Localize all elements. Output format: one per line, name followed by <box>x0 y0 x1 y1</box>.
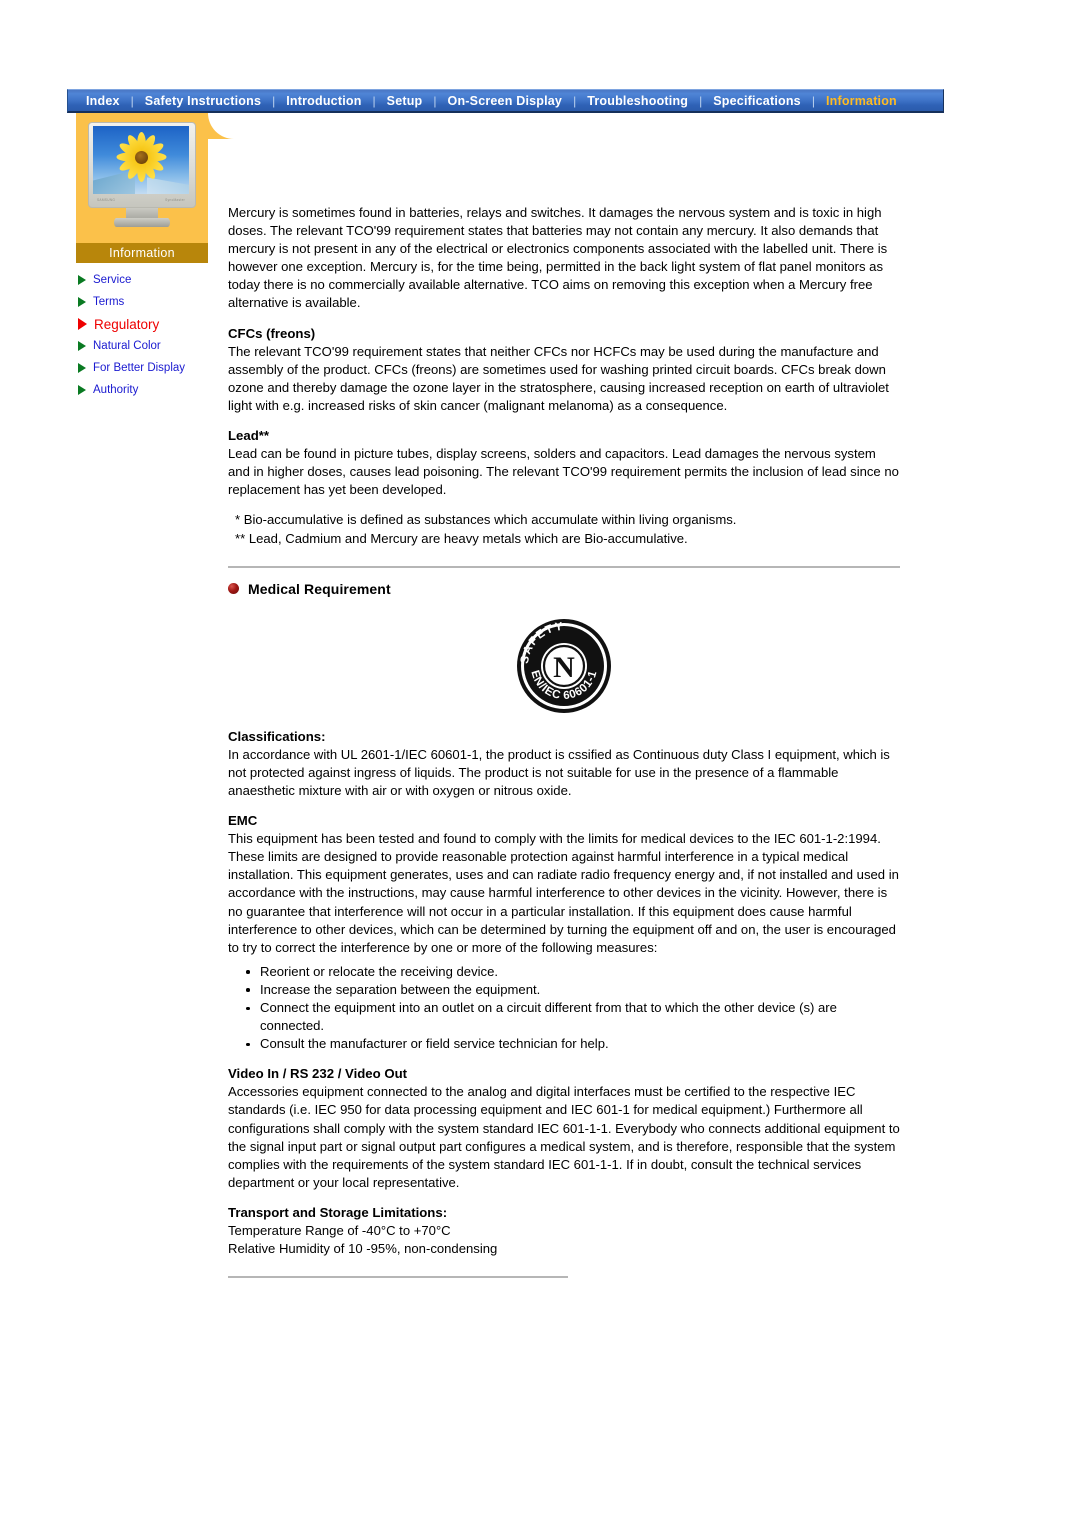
monitor-brand-left: SAMSUNG <box>97 197 116 202</box>
sidebar: SAMSUNG SyncMaster Information Service T… <box>76 113 234 401</box>
sunflower-center <box>134 150 148 164</box>
nav-tab-information[interactable]: Information <box>816 90 907 112</box>
arrow-right-icon <box>78 385 86 395</box>
safety-certification-logo-icon: N SAFETY EN/IEC 60601-1 <box>517 618 611 713</box>
sidebar-illustration-panel: SAMSUNG SyncMaster <box>76 113 234 243</box>
cfcs-paragraph: The relevant TCO'99 requirement states t… <box>228 343 889 413</box>
sidebar-item-label: Regulatory <box>94 316 160 332</box>
video-io-paragraph: Accessories equipment connected to the a… <box>228 1084 900 1190</box>
arrow-right-icon <box>78 318 87 330</box>
transport-temperature: Temperature Range of -40°C to +70°C <box>228 1223 451 1239</box>
nav-tab-index[interactable]: Index <box>76 90 130 112</box>
emc-paragraph: This equipment has been tested and found… <box>228 831 899 955</box>
list-item: Consult the manufacturer or field servic… <box>246 1035 900 1053</box>
list-item: Reorient or relocate the receiving devic… <box>246 963 900 981</box>
footnotes: * Bio-accumulative is defined as substan… <box>228 511 900 547</box>
sidebar-link-list: Service Terms Regulatory Natural Color F… <box>76 269 208 401</box>
transport-humidity: Relative Humidity of 10 -95%, non-conden… <box>228 1241 498 1257</box>
arrow-right-icon <box>78 297 86 307</box>
nav-tab-setup[interactable]: Setup <box>377 90 433 112</box>
monitor-illustration: SAMSUNG SyncMaster <box>88 122 196 227</box>
cfcs-heading: CFCs (freons) <box>228 325 316 341</box>
nav-tab-safety-instructions[interactable]: Safety Instructions <box>135 90 271 112</box>
arrow-right-icon <box>78 275 86 285</box>
classifications-heading: Classifications: <box>228 728 326 744</box>
nav-tab-on-screen-display[interactable]: On-Screen Display <box>438 90 573 112</box>
sunflower-graphic <box>114 130 168 184</box>
sidebar-item-label: Terms <box>93 296 125 308</box>
emc-measures-list: Reorient or relocate the receiving devic… <box>228 963 900 1053</box>
arrow-right-icon <box>78 363 86 373</box>
lead-heading: Lead** <box>228 428 270 444</box>
sidebar-item-label: Authority <box>93 384 139 396</box>
monitor-base <box>114 218 170 227</box>
sidebar-item-for-better-display[interactable]: For Better Display <box>78 357 208 379</box>
divider-bottom <box>228 1276 568 1279</box>
section-title: Medical Requirement <box>248 580 391 597</box>
sidebar-item-label: Service <box>93 274 132 286</box>
monitor-brand-right: SyncMaster <box>165 197 185 202</box>
footnote-two: ** Lead, Cadmium and Mercury are heavy m… <box>235 530 688 546</box>
nav-tab-specifications[interactable]: Specifications <box>703 90 811 112</box>
list-item: Connect the equipment into an outlet on … <box>246 999 900 1035</box>
main-content: Mercury is sometimes found in batteries,… <box>228 204 900 1279</box>
arrow-right-icon <box>78 341 86 351</box>
sidebar-item-regulatory[interactable]: Regulatory <box>78 313 208 335</box>
sidebar-section-banner: Information <box>76 243 208 263</box>
red-bullet-icon <box>228 583 239 595</box>
sidebar-item-terms[interactable]: Terms <box>78 291 208 313</box>
sidebar-item-authority[interactable]: Authority <box>78 379 208 401</box>
top-navigation-bar: Index | Safety Instructions | Introducti… <box>67 89 944 113</box>
medical-requirement-heading: Medical Requirement <box>228 580 900 598</box>
footnote-one: * Bio-accumulative is defined as substan… <box>235 512 737 528</box>
transport-heading: Transport and Storage Limitations: <box>228 1204 448 1220</box>
safety-logo-center-letter: N <box>553 651 575 684</box>
sidebar-item-label: For Better Display <box>93 362 186 374</box>
emc-heading: EMC <box>228 813 258 829</box>
list-item: Increase the separation between the equi… <box>246 981 900 999</box>
nav-tab-troubleshooting[interactable]: Troubleshooting <box>577 90 698 112</box>
sidebar-item-label: Natural Color <box>93 340 161 352</box>
video-io-heading: Video In / RS 232 / Video Out <box>228 1066 408 1082</box>
nav-tab-introduction[interactable]: Introduction <box>276 90 371 112</box>
classifications-paragraph: In accordance with UL 2601-1/IEC 60601-1… <box>228 746 890 798</box>
sidebar-item-natural-color[interactable]: Natural Color <box>78 335 208 357</box>
lead-paragraph: Lead can be found in picture tubes, disp… <box>228 446 899 498</box>
monitor-screen <box>93 126 189 194</box>
mercury-paragraph: Mercury is sometimes found in batteries,… <box>228 205 888 311</box>
sidebar-item-service[interactable]: Service <box>78 269 208 291</box>
monitor-brand-bar: SAMSUNG SyncMaster <box>93 194 189 205</box>
